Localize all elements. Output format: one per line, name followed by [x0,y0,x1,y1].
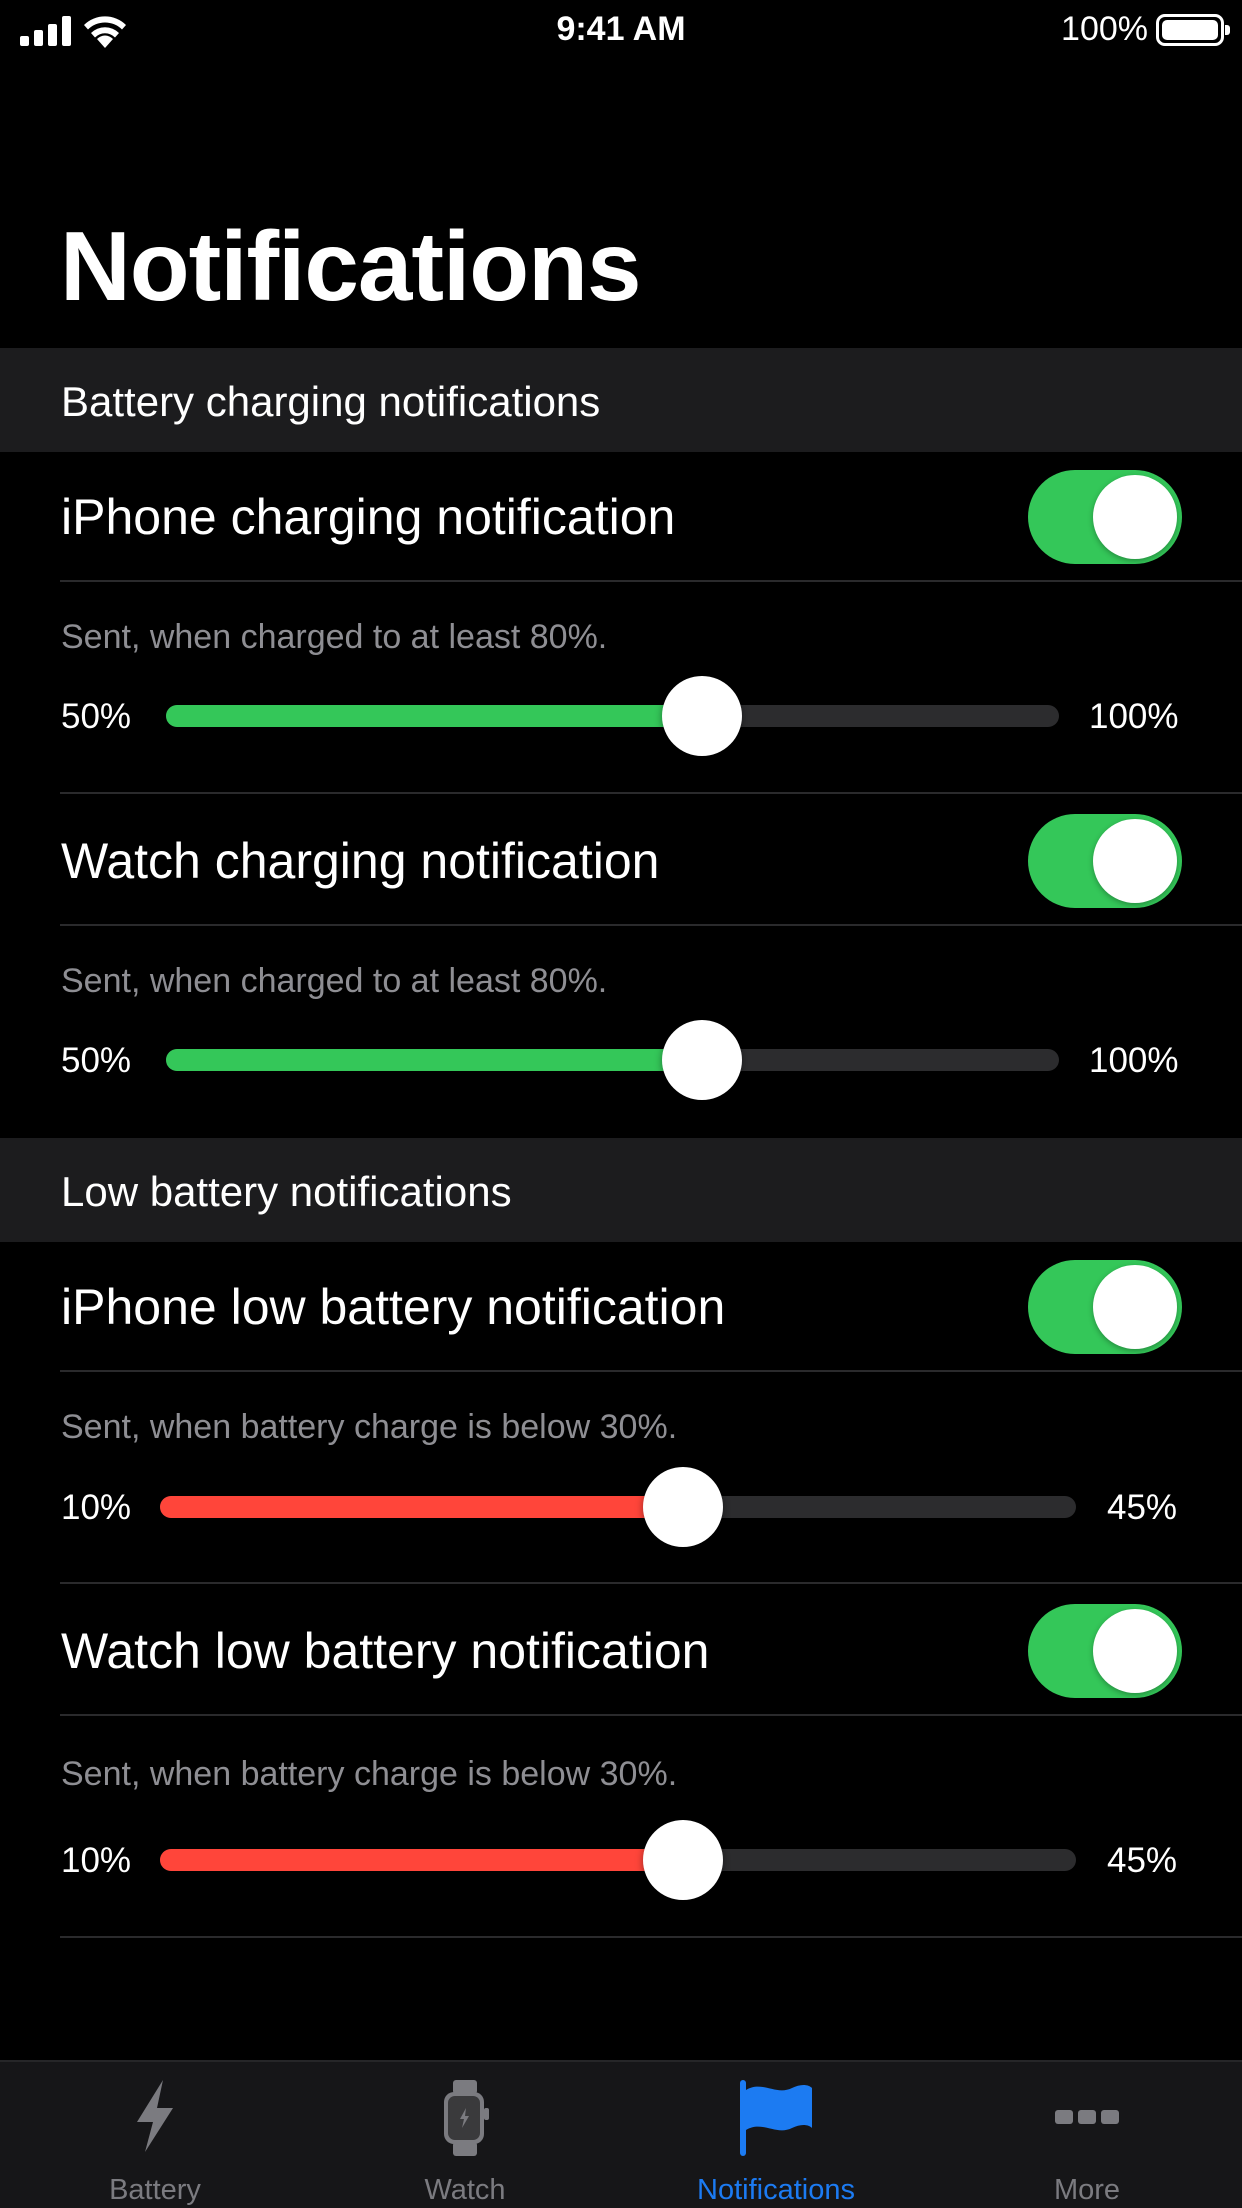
watch-charging-toggle[interactable] [1028,814,1182,908]
slider-max-label: 100% [1089,697,1179,736]
section-header-charging: Battery charging notifications [0,348,1242,452]
slider-min-label: 50% [61,1041,132,1080]
row-title-watch-charging: Watch charging notification [61,833,660,889]
tab-watch[interactable]: Watch [310,2062,620,2208]
slider-fill [160,1849,683,1871]
slider-fill [166,1049,702,1071]
watch-charging-slider[interactable] [166,1020,1059,1100]
watch-low-battery-description: Sent, when battery charge is below 30%. [61,1755,678,1793]
iphone-low-battery-description: Sent, when battery charge is below 30%. [61,1408,678,1446]
iphone-charging-slider[interactable] [166,676,1059,756]
section-header-label: Battery charging notifications [61,378,601,425]
separator [60,580,1242,582]
watch-low-battery-slider[interactable] [160,1820,1076,1900]
separator [60,792,1242,794]
slider-fill [166,705,702,727]
toggle-knob [1093,1265,1177,1349]
separator [60,1370,1242,1372]
tab-label: Notifications [697,2174,855,2206]
row-title-iphone-low-battery: iPhone low battery notification [61,1279,726,1335]
toggle-knob [1093,819,1177,903]
iphone-low-battery-toggle[interactable] [1028,1260,1182,1354]
toggle-knob [1093,1609,1177,1693]
iphone-charging-description: Sent, when charged to at least 80%. [61,618,608,656]
tab-notifications[interactable]: Notifications [621,2062,931,2208]
status-time: 9:41 AM [556,10,686,48]
watch-charging-description: Sent, when charged to at least 80%. [61,962,608,1000]
tab-battery[interactable]: Battery [0,2062,310,2208]
status-bar: 9:41 AM 100% [0,0,1242,62]
watch-low-battery-toggle[interactable] [1028,1604,1182,1698]
flag-icon [740,2080,812,2156]
bolt-icon [137,2080,173,2152]
tab-label: More [1053,2174,1121,2206]
watch-icon [444,2080,489,2156]
battery-icon [1156,14,1230,46]
battery-percent: 100% [1061,10,1148,48]
page-title: Notifications [60,211,641,321]
slider-min-label: 50% [61,697,132,736]
slider-max-label: 45% [1107,1841,1178,1880]
section-header-low-battery: Low battery notifications [0,1138,1242,1242]
separator [60,1936,1242,1938]
separator [60,924,1242,926]
slider-thumb[interactable] [643,1467,723,1547]
slider-max-label: 45% [1107,1488,1178,1527]
separator [60,1582,1242,1584]
slider-thumb[interactable] [662,1020,742,1100]
iphone-charging-toggle[interactable] [1028,470,1182,564]
slider-thumb[interactable] [662,676,742,756]
tab-more[interactable]: More [932,2062,1242,2208]
separator [60,1714,1242,1716]
tab-bar: Battery Watch Notifications More [0,2060,1242,2208]
section-header-label: Low battery notifications [61,1168,512,1215]
tab-label: Battery [109,2174,201,2206]
slider-max-label: 100% [1089,1041,1179,1080]
slider-thumb[interactable] [643,1820,723,1900]
row-title-watch-low-battery: Watch low battery notification [61,1623,710,1679]
ellipsis-icon [1055,2110,1119,2124]
row-title-iphone-charging: iPhone charging notification [61,489,676,545]
toggle-knob [1093,475,1177,559]
slider-min-label: 10% [61,1841,132,1880]
tab-label: Watch [424,2174,506,2206]
slider-fill [160,1496,683,1518]
iphone-low-battery-slider[interactable] [160,1467,1076,1547]
slider-min-label: 10% [61,1488,132,1527]
